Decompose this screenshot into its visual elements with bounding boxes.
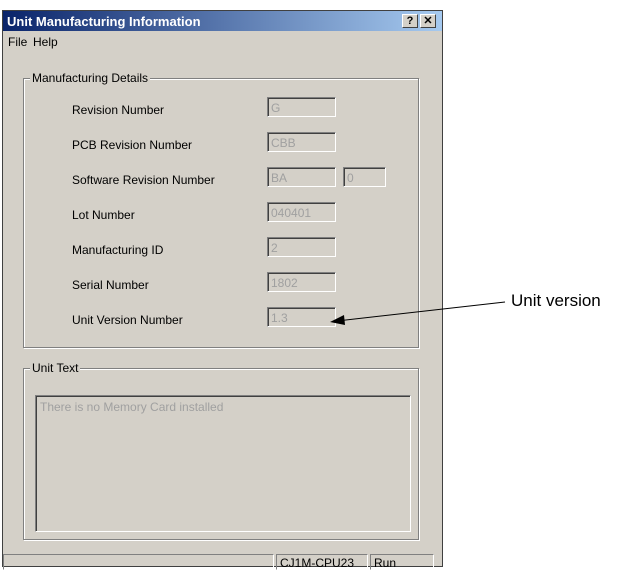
pcb-revision-number-field[interactable]: CBB — [267, 132, 336, 152]
callout-label: Unit version — [511, 291, 601, 310]
unit-info-window: Unit Manufacturing Information ? ✕ File … — [2, 10, 443, 570]
menu-file[interactable]: File — [8, 35, 27, 49]
serial-number-field[interactable]: 1802 — [267, 272, 336, 292]
status-mode: Run — [370, 554, 434, 570]
revision-number-label: Revision Number — [72, 103, 165, 117]
title-bar[interactable]: Unit Manufacturing Information ? ✕ — [3, 11, 442, 31]
help-button[interactable]: ? — [402, 14, 418, 28]
lot-number-label: Lot Number — [72, 208, 135, 222]
software-revision-number-field[interactable]: BA — [267, 167, 336, 187]
status-bar: CJ1M-CPU23 Run — [3, 554, 442, 570]
unit-version-number-field[interactable]: 1.3 — [267, 307, 336, 327]
manufacturing-id-label: Manufacturing ID — [72, 243, 164, 257]
menu-help[interactable]: Help — [33, 35, 58, 49]
serial-number-label: Serial Number — [72, 278, 149, 292]
window-title: Unit Manufacturing Information — [7, 14, 201, 29]
revision-number-field[interactable]: G — [267, 97, 336, 117]
unit-version-number-label: Unit Version Number — [72, 313, 183, 327]
lot-number-field[interactable]: 040401 — [267, 202, 336, 222]
close-button[interactable]: ✕ — [420, 14, 436, 28]
software-revision-number-label: Software Revision Number — [72, 173, 215, 187]
software-revision-sub-field[interactable]: 0 — [343, 167, 386, 187]
manufacturing-id-field[interactable]: 2 — [267, 237, 336, 257]
manufacturing-details-title: Manufacturing Details — [30, 71, 151, 85]
unit-text-area[interactable]: There is no Memory Card installed — [35, 395, 411, 532]
status-pane-empty — [3, 554, 274, 570]
status-model: CJ1M-CPU23 — [276, 554, 368, 570]
pcb-revision-number-label: PCB Revision Number — [72, 138, 193, 152]
menu-bar: File Help — [3, 32, 442, 51]
unit-text-title: Unit Text — [30, 361, 81, 375]
